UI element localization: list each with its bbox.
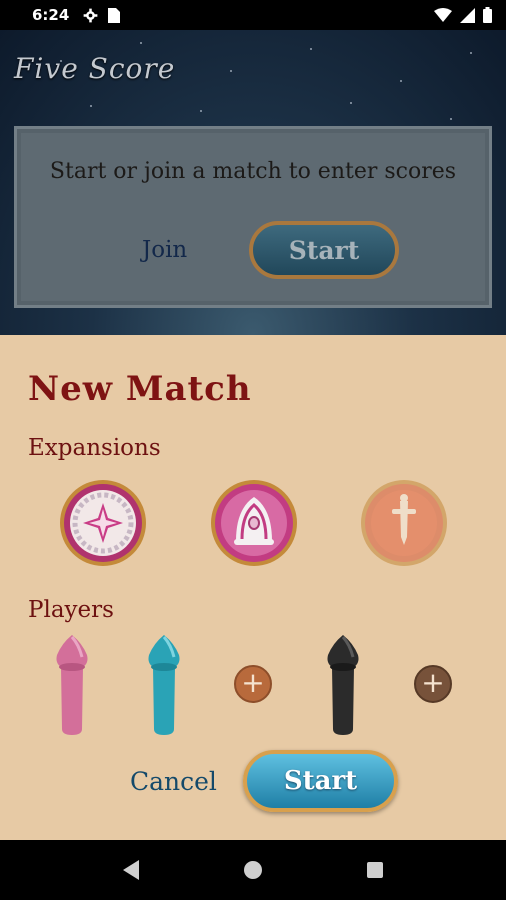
plus-icon: +	[421, 666, 445, 699]
turban-icon	[211, 480, 297, 566]
header-background: Five Score Start or join a match to ente…	[0, 30, 506, 335]
player-pawn-1[interactable]	[49, 633, 95, 737]
new-match-sheet: New Match Expansions Players + + Cancel …	[0, 335, 506, 840]
nav-back-button[interactable]	[111, 850, 151, 890]
players-label: Players	[28, 597, 114, 623]
home-icon	[244, 861, 262, 879]
back-icon	[123, 860, 139, 880]
cancel-button[interactable]: Cancel	[130, 767, 217, 796]
pawn-icon	[148, 635, 180, 735]
add-player-button-1[interactable]: +	[234, 665, 272, 703]
dagger-icon	[361, 480, 447, 566]
plus-icon: +	[241, 666, 265, 699]
player-pawn-2[interactable]	[141, 633, 187, 737]
new-match-title: New Match	[28, 369, 252, 409]
navigation-bar	[0, 840, 506, 900]
compass-star-icon	[60, 480, 146, 566]
score-panel: Start or join a match to enter scores Jo…	[14, 126, 492, 308]
expansion-toggle-1[interactable]	[59, 479, 147, 567]
app-logo: Five Score	[14, 52, 176, 85]
pawn-icon	[56, 635, 88, 735]
sim-card-icon	[108, 7, 121, 23]
expansion-toggle-2[interactable]	[210, 479, 298, 567]
score-panel-start-button[interactable]: Start	[249, 221, 399, 279]
battery-icon	[483, 7, 492, 23]
nav-recents-button[interactable]	[355, 850, 395, 890]
pawn-icon	[327, 635, 359, 735]
gear-icon	[83, 8, 98, 22]
score-panel-message: Start or join a match to enter scores	[49, 159, 457, 184]
expansions-label: Expansions	[28, 435, 161, 461]
expansion-toggle-3[interactable]	[360, 479, 448, 567]
join-button[interactable]: Join	[142, 237, 187, 263]
add-player-button-2[interactable]: +	[414, 665, 452, 703]
status-time: 6:24	[32, 6, 70, 24]
player-pawn-3[interactable]	[320, 633, 366, 737]
status-bar: 6:24	[0, 0, 506, 30]
signal-icon	[460, 7, 475, 23]
nav-home-button[interactable]	[233, 850, 273, 890]
start-match-button[interactable]: Start	[243, 750, 398, 812]
wifi-icon	[434, 8, 452, 22]
recents-icon	[367, 862, 383, 878]
